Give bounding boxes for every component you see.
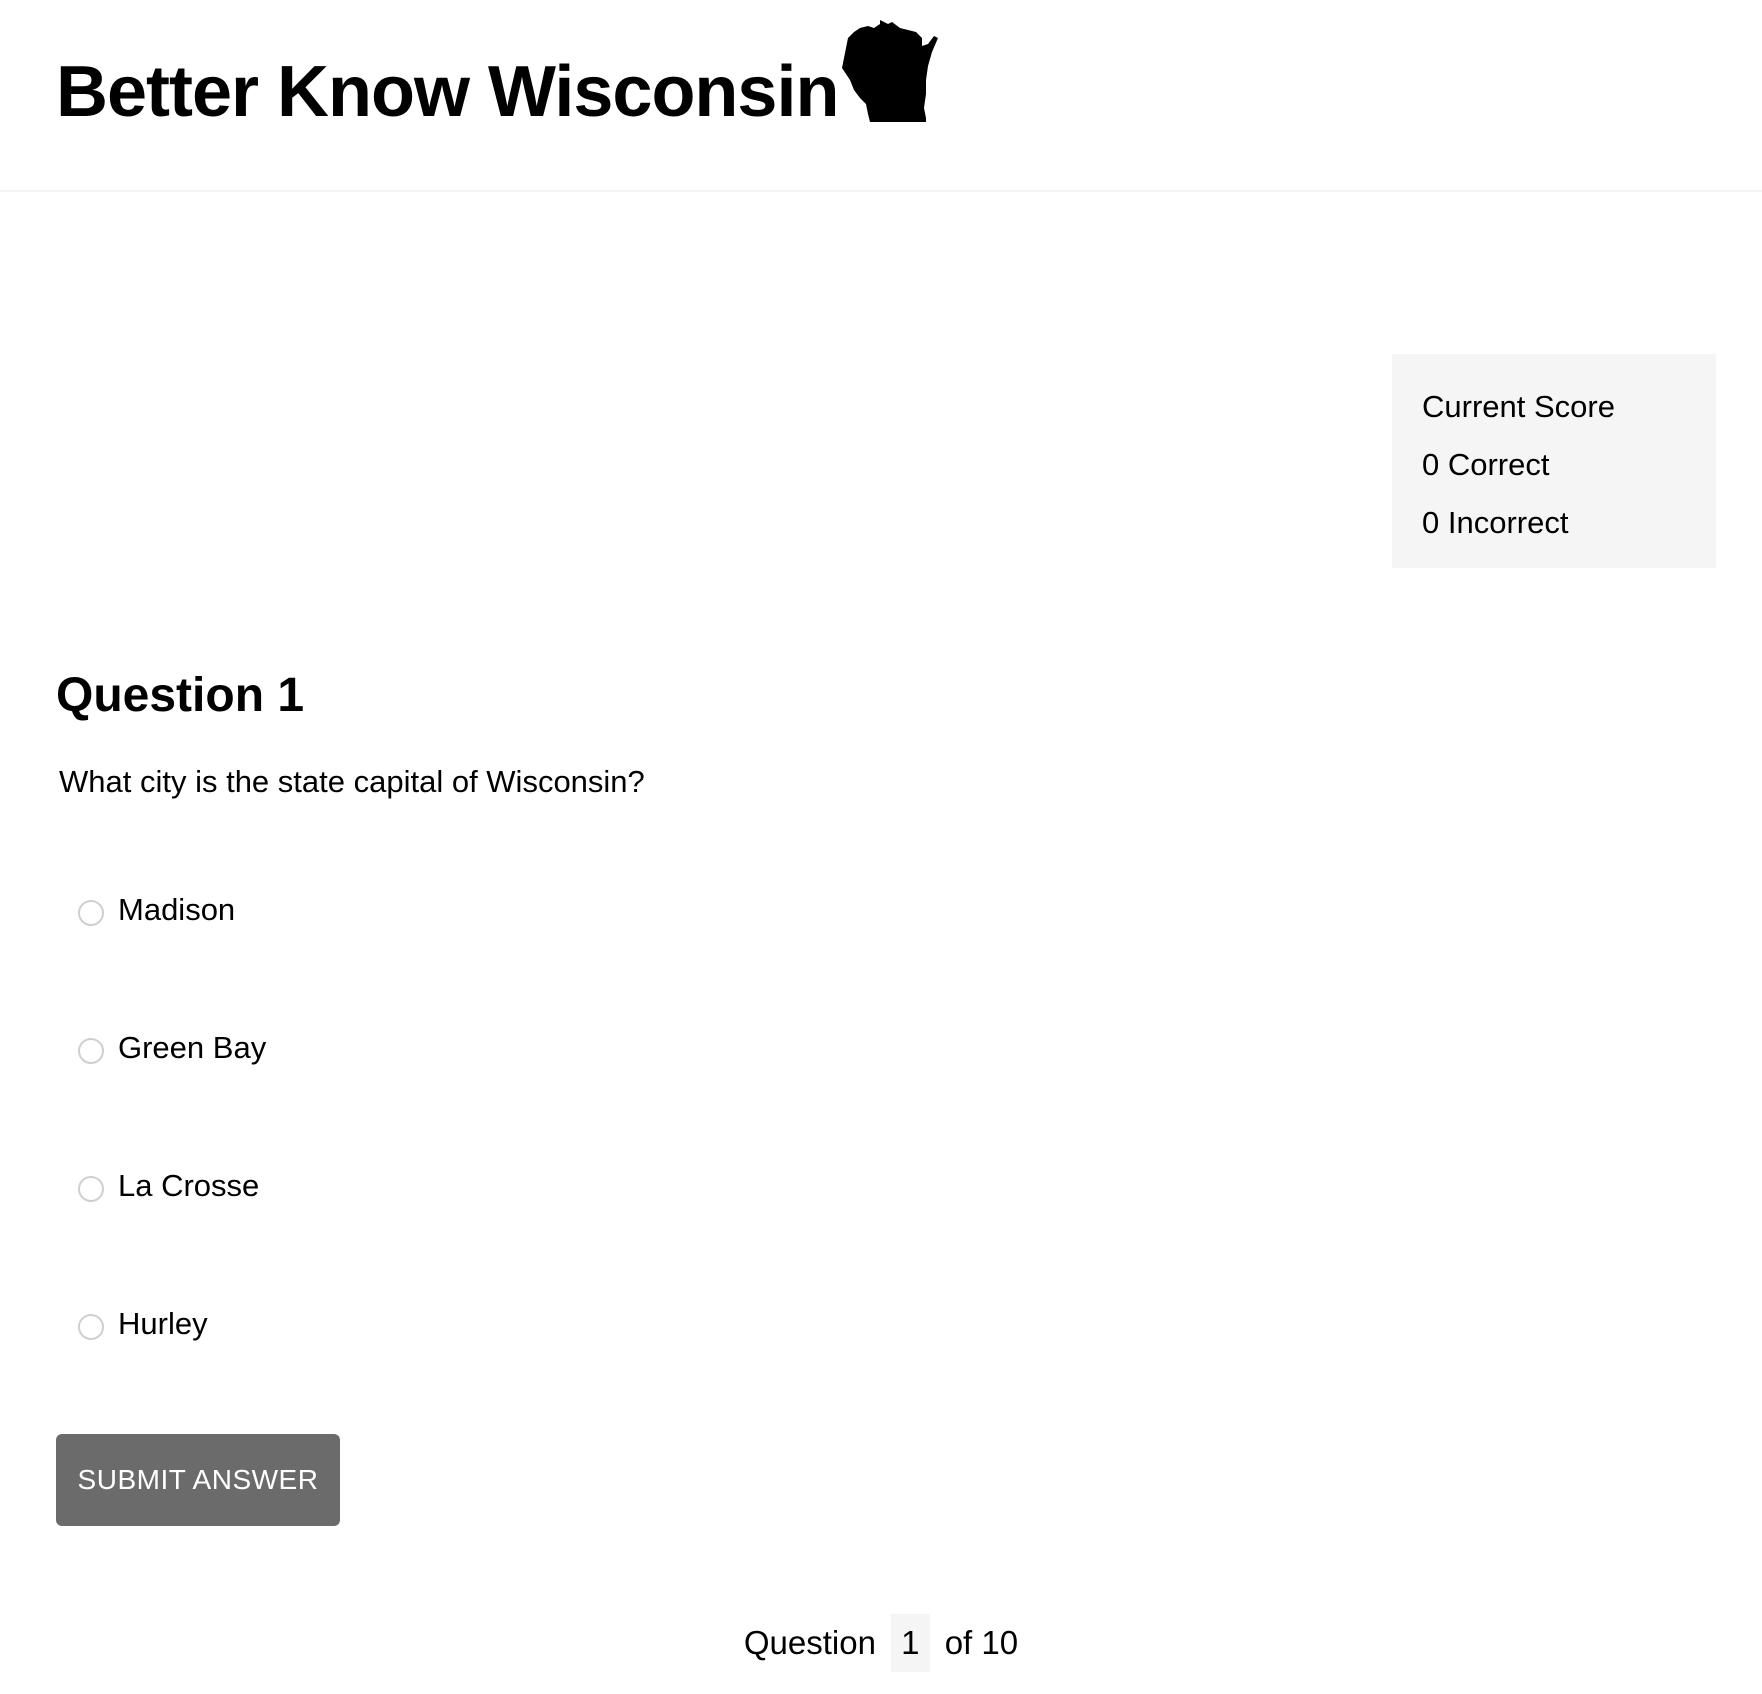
radio-button[interactable]	[78, 1314, 104, 1340]
answer-option-label: Madison	[118, 892, 236, 927]
current-question-number: 1	[891, 1614, 930, 1672]
submit-answer-button[interactable]: SUBMIT ANSWER	[56, 1434, 340, 1526]
radio-button[interactable]	[78, 1038, 104, 1064]
radio-button[interactable]	[78, 900, 104, 926]
question-heading: Question 1	[56, 669, 305, 722]
pagination-suffix: of 10	[944, 1624, 1019, 1661]
question-pagination: Question 1 of 10	[0, 1614, 1762, 1672]
answer-option-green-bay[interactable]: Green Bay	[78, 1026, 266, 1070]
question-text: What city is the state capital of Wiscon…	[59, 764, 645, 799]
answer-option-la-crosse[interactable]: La Crosse	[78, 1164, 259, 1208]
pagination-prefix: Question	[743, 1624, 876, 1661]
score-panel: Current Score 0 Correct 0 Incorrect	[1392, 354, 1716, 568]
answer-option-label: La Crosse	[118, 1168, 260, 1203]
correct-count: 0 Correct	[1422, 447, 1550, 482]
answer-option-madison[interactable]: Madison	[78, 888, 235, 932]
answer-option-label: Hurley	[118, 1306, 208, 1341]
site-header: Better Know Wisconsin	[0, 0, 1762, 192]
wisconsin-state-icon	[842, 20, 939, 122]
answer-option-hurley[interactable]: Hurley	[78, 1302, 208, 1346]
radio-button[interactable]	[78, 1176, 104, 1202]
site-title: Better Know Wisconsin	[56, 20, 939, 132]
score-heading: Current Score	[1422, 389, 1615, 424]
answer-option-label: Green Bay	[118, 1030, 267, 1065]
incorrect-count: 0 Incorrect	[1422, 505, 1569, 540]
site-title-text: Better Know Wisconsin	[56, 52, 839, 132]
